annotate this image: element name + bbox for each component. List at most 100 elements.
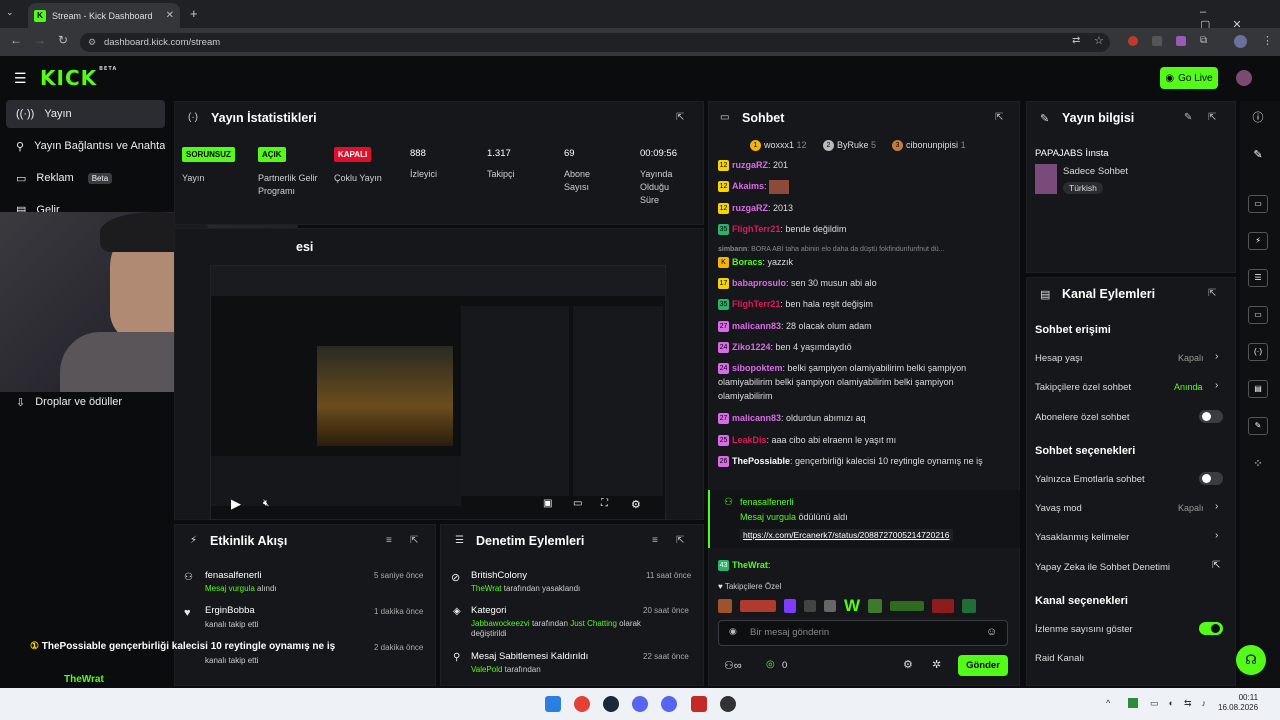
mod-actor[interactable]: ValePold [471, 665, 502, 674]
tray-chevron-icon[interactable]: ^ [1106, 698, 1110, 708]
user-avatar[interactable] [1236, 70, 1252, 86]
mod-target[interactable]: BritishColony [471, 570, 527, 581]
sidebar-item-drops[interactable]: ⇩ Droplar ve ödüller [6, 388, 165, 416]
close-tab-icon[interactable]: ✕ [166, 10, 174, 21]
extension-icon[interactable] [1152, 36, 1162, 46]
activity-user[interactable]: ErginBobba [205, 605, 255, 616]
sidebar-item-reklam[interactable]: ▭ Reklam Beta [6, 164, 165, 192]
lightning-panel-icon[interactable]: ⚡︎ [1248, 232, 1268, 250]
windows-start-icon[interactable] [545, 696, 561, 712]
activity-user[interactable]: fenasalfenerli [205, 570, 262, 581]
chat-panel-icon[interactable]: ▭ [1248, 306, 1268, 324]
chat-username[interactable]: malicann83 [732, 321, 781, 331]
popout-icon[interactable]: ⇱ [676, 112, 684, 123]
list-panel-icon[interactable]: ☰ [1248, 269, 1268, 287]
mod-tools-icon[interactable]: ✲ [932, 658, 941, 671]
chat-username[interactable]: simbarın [718, 246, 747, 253]
emote[interactable] [784, 599, 796, 613]
emote[interactable] [718, 599, 732, 613]
chat-username[interactable]: ruzgaRZ [732, 203, 768, 213]
pip-icon[interactable]: ▣ [543, 498, 552, 509]
chat-username[interactable]: ThePossiable [732, 456, 790, 466]
emote[interactable] [868, 599, 883, 613]
top-gifter[interactable]: 2 ByRuke 5 [823, 140, 876, 152]
emoji-icon[interactable]: ☺ [986, 626, 997, 638]
points-icon[interactable]: ⚇∞ [724, 659, 742, 672]
info-icon[interactable]: ⓘ [1242, 106, 1274, 130]
chat-username[interactable]: sibopoktem [732, 363, 783, 373]
chat-username[interactable]: LeakDis [732, 435, 767, 445]
filter-icon[interactable]: ≡ [386, 535, 392, 546]
settings-gear-icon[interactable]: ⚙ [631, 498, 641, 511]
kick-logo[interactable]: KICK BETA [40, 66, 117, 90]
filter-icon[interactable]: ≡ [652, 535, 658, 546]
chat-username[interactable]: babaprosulo [732, 278, 786, 288]
chevron-right-icon[interactable]: › [1215, 380, 1218, 391]
top-gifter[interactable]: 1 woxxx1 12 [750, 140, 807, 152]
emote[interactable] [740, 600, 776, 612]
extension-icon[interactable] [1176, 36, 1186, 46]
chat-username[interactable]: TheWrat [732, 560, 768, 570]
chat-username[interactable]: FlighTerr21 [732, 299, 780, 309]
chevron-right-icon[interactable]: › [1215, 501, 1218, 512]
video-player[interactable]: ▶ 🔇︎ ▣ ▭ ⛶ ⚙ [210, 265, 666, 520]
hamburger-menu-icon[interactable]: ☰ [14, 70, 27, 87]
bookmark-star-icon[interactable]: ☆ [1094, 34, 1104, 47]
obs-icon[interactable] [720, 696, 736, 712]
chevron-right-icon[interactable]: › [1215, 351, 1218, 362]
browser-menu-icon[interactable]: ⋮ [1262, 34, 1273, 47]
highlight-user[interactable]: fenasalfenerli [740, 497, 794, 507]
play-button[interactable]: ▶ [231, 496, 241, 512]
theater-icon[interactable]: ▭ [573, 498, 582, 509]
support-headset-icon[interactable]: ☊ [1236, 645, 1266, 675]
subscribers-only-toggle[interactable] [1199, 410, 1223, 423]
discord-icon[interactable] [632, 696, 648, 712]
tab-list-icon[interactable]: ⌄ [6, 7, 14, 18]
site-info-icon[interactable]: ⚙ [88, 37, 96, 48]
chrome-icon[interactable] [574, 696, 590, 712]
browser-tab[interactable]: K Stream - Kick Dashboard ✕ [28, 3, 180, 28]
popout-icon[interactable]: ⇱ [995, 112, 1003, 123]
url-field[interactable]: dashboard.kick.com/stream [80, 33, 1110, 52]
top-gifter[interactable]: 3 cibonunpipisi 1 [892, 140, 966, 152]
pen-icon[interactable]: ✎ [1242, 143, 1274, 167]
mod-actor[interactable]: Jabbawockeezvi [471, 619, 530, 628]
setting-value[interactable]: Kapalı [1178, 353, 1204, 363]
tray-app-icon[interactable] [1128, 698, 1138, 708]
channel-panel-icon[interactable]: ▤ [1248, 380, 1268, 398]
edit-icon[interactable]: ✎ [1184, 112, 1192, 123]
extension-icon[interactable] [1128, 36, 1138, 46]
forward-button[interactable]: → [34, 33, 46, 47]
setting-value[interactable]: Anında [1174, 382, 1203, 392]
popout-icon[interactable]: ⇱ [1208, 112, 1216, 123]
steam-icon[interactable] [603, 696, 619, 712]
emote-only-toggle[interactable] [1199, 472, 1223, 485]
discord-icon[interactable] [661, 696, 677, 712]
emote[interactable] [962, 599, 977, 613]
fullscreen-icon[interactable]: ⛶ [601, 498, 608, 509]
translate-icon[interactable]: ⇄ [1072, 35, 1080, 46]
chat-username[interactable]: Boracs [732, 257, 763, 267]
chat-username[interactable]: ruzgaRZ [732, 160, 768, 170]
go-live-button[interactable]: ◉ Go Live [1160, 67, 1218, 89]
emote[interactable]: W [844, 596, 860, 616]
profile-avatar[interactable] [1234, 35, 1247, 48]
tray-system-icons[interactable]: ▭◐⇆♪ [1150, 698, 1216, 709]
emote[interactable] [769, 179, 790, 194]
chevron-right-icon[interactable]: › [1215, 530, 1218, 541]
back-button[interactable]: ← [10, 33, 22, 47]
chat-username[interactable]: malicann83 [732, 413, 781, 423]
emote[interactable] [824, 600, 836, 612]
chat-username[interactable]: Ziko1224 [732, 342, 771, 352]
setting-label[interactable]: Raid Kanalı [1035, 653, 1084, 664]
emote[interactable] [890, 601, 925, 611]
show-viewer-count-toggle[interactable] [1199, 622, 1223, 635]
highlight-link[interactable]: https://x.com/Ercanerk7/status/208872700… [740, 529, 953, 541]
emote[interactable] [804, 600, 816, 612]
setting-value[interactable]: Kapalı [1178, 503, 1204, 513]
mod-actor[interactable]: TheWrat [471, 584, 502, 593]
external-link-icon[interactable]: ⇱ [1212, 560, 1220, 571]
chat-username[interactable]: Akaims [732, 181, 764, 191]
sidebar-item-stream-key[interactable]: ⚲ Yayın Bağlantısı ve Anahtar [6, 132, 165, 160]
emote[interactable] [932, 599, 955, 613]
